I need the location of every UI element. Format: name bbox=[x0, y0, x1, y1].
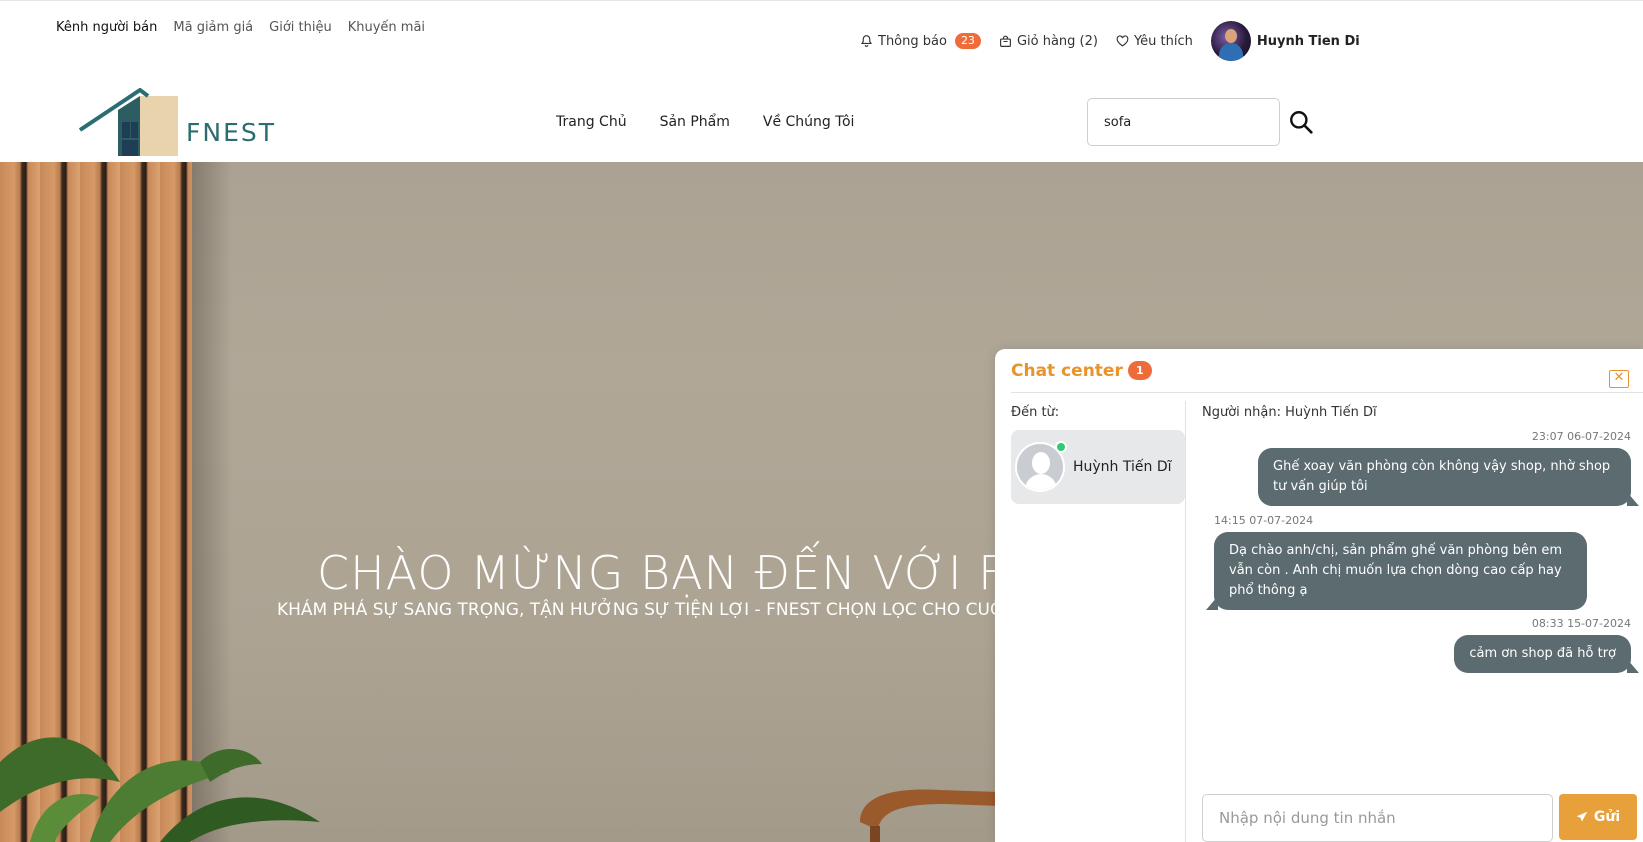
cart-label: Giỏ hàng (2) bbox=[1016, 33, 1098, 49]
from-label: Đến từ: bbox=[1011, 405, 1060, 420]
chat-header: Chat center 1 bbox=[1011, 349, 1643, 393]
logo-text: FNEST bbox=[186, 118, 277, 147]
chat-unread-badge: 1 bbox=[1127, 361, 1152, 380]
main-navbar: FNEST Trang Chủ Sản Phẩm Về Chúng Tôi so… bbox=[0, 80, 1643, 162]
chat-contacts: Đến từ: Huỳnh Tiến Dĩ bbox=[1011, 393, 1185, 842]
contact-name: Huỳnh Tiến Dĩ bbox=[1073, 459, 1172, 475]
chair-decor bbox=[860, 789, 1000, 842]
top-link-promotions[interactable]: Khuyến mãi bbox=[348, 20, 425, 35]
top-links: Kênh người bán Mã giảm giá Giới thiệu Kh… bbox=[56, 20, 441, 35]
user-name: Huynh Tien Di bbox=[1256, 33, 1360, 49]
user-menu[interactable]: Huynh Tien Di bbox=[1210, 21, 1360, 61]
top-link-about[interactable]: Giới thiệu bbox=[269, 20, 332, 35]
notifications-count-badge: 23 bbox=[954, 33, 981, 49]
chat-title: Chat center bbox=[1011, 360, 1123, 381]
bag-icon bbox=[999, 35, 1011, 47]
send-button[interactable]: Gửi bbox=[1559, 794, 1637, 840]
top-bar: Kênh người bán Mã giảm giá Giới thiệu Kh… bbox=[0, 0, 1643, 80]
paper-plane-icon bbox=[1576, 811, 1588, 822]
bell-icon bbox=[861, 35, 872, 47]
wishlist-link[interactable]: Yêu thích bbox=[1116, 34, 1193, 49]
main-nav: Trang Chủ Sản Phẩm Về Chúng Tôi bbox=[556, 114, 887, 130]
online-status-icon bbox=[1055, 441, 1067, 453]
nav-products[interactable]: Sản Phẩm bbox=[660, 114, 730, 130]
send-label: Gửi bbox=[1593, 809, 1621, 825]
notifications-link[interactable]: Thông báo 23 bbox=[860, 33, 981, 49]
search-input[interactable]: sofa bbox=[1087, 98, 1280, 146]
message-bubble-outgoing: Ghế xoay văn phòng còn không vậy shop, n… bbox=[1258, 448, 1639, 506]
search-input-value: sofa bbox=[1104, 114, 1132, 130]
fnest-logo[interactable]: FNEST bbox=[78, 88, 278, 158]
message-bubble-outgoing: cảm ơn shop đã hỗ trợ bbox=[1454, 635, 1639, 673]
message-time: 14:15 07-07-2024 bbox=[1214, 514, 1314, 527]
search-icon[interactable] bbox=[1288, 109, 1314, 135]
wishlist-label: Yêu thích bbox=[1133, 33, 1193, 49]
hero-subtitle: KHÁM PHÁ SỰ SANG TRỌNG, TẬN HƯỞNG SỰ TIỆ… bbox=[277, 600, 1071, 620]
cart-link[interactable]: Giỏ hàng (2) bbox=[999, 34, 1098, 49]
nav-about-us[interactable]: Về Chúng Tôi bbox=[763, 114, 855, 130]
top-right-actions: Thông báo 23 Giỏ hàng (2) Yêu thích Huyn… bbox=[860, 21, 1360, 61]
recipient-label: Người nhận: Huỳnh Tiến Dĩ bbox=[1202, 405, 1377, 420]
contact-item[interactable]: Huỳnh Tiến Dĩ bbox=[1011, 430, 1185, 504]
heart-icon bbox=[1116, 35, 1129, 47]
chat-center-panel: Chat center 1 ✕ Đến từ: Huỳnh Tiến Dĩ Ng… bbox=[995, 349, 1643, 842]
top-link-vouchers[interactable]: Mã giảm giá bbox=[173, 20, 253, 35]
message-bubble-incoming: Dạ chào anh/chị, sản phẩm ghế văn phòng … bbox=[1206, 532, 1587, 610]
chat-divider bbox=[1185, 401, 1186, 842]
user-avatar bbox=[1210, 21, 1251, 61]
message-input-placeholder: Nhập nội dung tin nhắn bbox=[1219, 809, 1396, 827]
house-logo-icon bbox=[78, 88, 178, 156]
message-time: 23:07 06-07-2024 bbox=[1531, 430, 1631, 443]
message-time: 08:33 15-07-2024 bbox=[1531, 617, 1631, 630]
nav-home[interactable]: Trang Chủ bbox=[556, 114, 627, 130]
message-input[interactable]: Nhập nội dung tin nhắn bbox=[1202, 794, 1553, 842]
top-link-seller-channel[interactable]: Kênh người bán bbox=[56, 20, 157, 35]
notifications-label: Thông báo bbox=[878, 33, 947, 49]
chat-conversation: Người nhận: Huỳnh Tiến Dĩ 23:07 06-07-20… bbox=[1202, 393, 1639, 842]
close-icon[interactable]: ✕ bbox=[1609, 370, 1629, 388]
plant-decor bbox=[0, 737, 320, 842]
